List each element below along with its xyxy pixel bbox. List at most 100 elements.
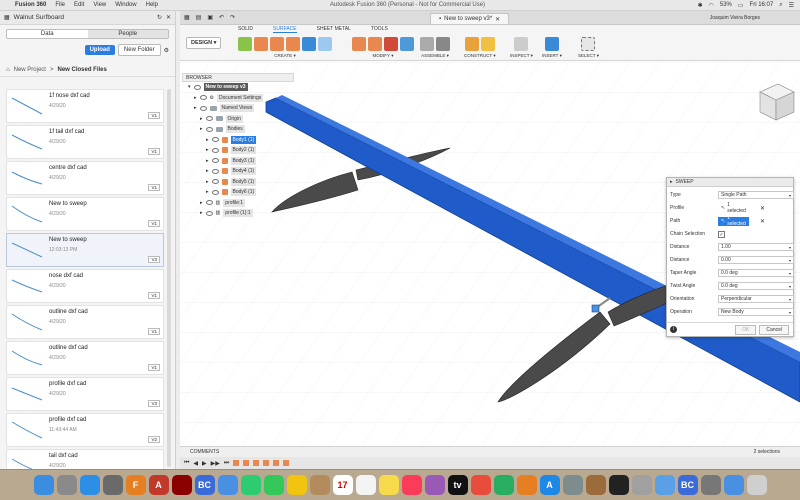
wifi-icon[interactable]: ◠ — [709, 2, 714, 9]
info-icon[interactable]: i — [670, 326, 677, 333]
downloads-icon[interactable] — [723, 475, 744, 495]
trash-icon[interactable] — [746, 475, 767, 495]
tab-solid[interactable]: SOLID — [238, 26, 253, 33]
file-version-badge[interactable]: V1 — [148, 112, 160, 119]
extrude-icon[interactable] — [254, 37, 268, 51]
joint-icon[interactable] — [420, 37, 434, 51]
measure-icon[interactable] — [514, 37, 529, 51]
create-sketch-icon[interactable] — [238, 37, 252, 51]
timeline-back-icon[interactable]: ◀ — [193, 460, 198, 467]
construct-label[interactable]: CONSTRUCT ▾ — [464, 53, 496, 59]
viewport[interactable]: BROWSER ▾ New to sweep v3 ▸ ⚙ Document Set… — [180, 62, 800, 446]
menu-window[interactable]: Window — [115, 2, 136, 8]
redo-icon[interactable]: ↷ — [230, 14, 235, 21]
timeline-end-icon[interactable]: ⏭ — [224, 460, 229, 467]
tab-sheet-metal[interactable]: SHEET METAL — [317, 26, 351, 33]
browser-item[interactable]: ▸ ▥ profile:1 — [182, 198, 294, 209]
undo-icon[interactable]: ↶ — [219, 14, 224, 21]
file-version-badge[interactable]: V3 — [148, 256, 160, 263]
tab-close-icon[interactable]: ✕ — [495, 16, 500, 23]
inspect-label[interactable]: INSPECT ▾ — [510, 53, 533, 59]
eye-icon[interactable] — [211, 168, 219, 174]
insert-label[interactable]: INSERT ▾ — [542, 53, 562, 59]
expand-icon[interactable]: ▸ — [200, 200, 203, 206]
news-icon[interactable] — [470, 475, 491, 495]
sweep-icon[interactable] — [286, 37, 300, 51]
eye-icon[interactable] — [205, 210, 213, 216]
select-label[interactable]: SELECT ▾ — [578, 53, 599, 59]
calendar-icon[interactable]: 17 — [332, 475, 353, 495]
file-version-badge[interactable]: V1 — [148, 364, 160, 371]
browser-item[interactable]: ▸ Body5 (1) — [182, 177, 294, 188]
browser-item[interactable]: ▸ Body4 (1) — [182, 166, 294, 177]
new-folder-button[interactable]: New Folder — [117, 44, 161, 56]
twist-angle-input[interactable]: 0.0 deg ▾ — [718, 282, 794, 290]
settings-icon[interactable] — [562, 475, 583, 495]
browser-item[interactable]: ▸ ▥ profile (1):1 — [182, 208, 294, 219]
file-list-scrollbar[interactable] — [167, 89, 171, 467]
browser-item[interactable]: ▸ Body3 (1) — [182, 156, 294, 167]
operation-select[interactable]: New Body ▾ — [718, 308, 794, 316]
expand-icon[interactable]: ▸ — [206, 168, 209, 174]
eye-icon[interactable] — [211, 137, 219, 143]
trim-icon[interactable] — [352, 37, 366, 51]
messages-icon[interactable] — [263, 475, 284, 495]
photo-icon[interactable] — [700, 475, 721, 495]
file-version-badge[interactable]: V1 — [148, 328, 160, 335]
file-item[interactable]: 1f nose dxf cad 4/29/20 V1 — [6, 89, 164, 123]
delete-icon[interactable] — [384, 37, 398, 51]
breadcrumb-project[interactable]: New Project — [14, 67, 46, 73]
search-icon[interactable]: ⌕ — [779, 2, 782, 9]
file-version-badge[interactable]: V2 — [148, 436, 160, 443]
pages-icon[interactable] — [516, 475, 537, 495]
browser-root-row[interactable]: ▾ New to sweep v3 — [182, 82, 294, 93]
as-built-joint-icon[interactable] — [436, 37, 450, 51]
bluetooth-icon[interactable]: ✱ — [698, 2, 703, 9]
battery-percent[interactable]: 53% — [720, 2, 732, 8]
expand-icon[interactable]: ▸ — [206, 179, 209, 185]
sweep-header[interactable]: ▸ SWEEP — [667, 178, 793, 187]
file-item[interactable]: profile dxf cad 11:43:44 AM V2 — [6, 413, 164, 447]
timeline-feature[interactable] — [273, 460, 280, 466]
expand-icon[interactable]: ▸ — [206, 137, 209, 143]
file-item[interactable]: 1f tail dxf cad 4/29/20 V1 — [6, 125, 164, 159]
fusion-icon[interactable]: F — [125, 475, 146, 495]
timeline-play-icon[interactable]: ▶ — [202, 460, 207, 467]
assemble-label[interactable]: ASSEMBLE ▾ — [421, 53, 449, 59]
expand-icon[interactable]: ▾ — [188, 84, 191, 90]
offset-plane-icon[interactable] — [464, 37, 479, 51]
numbers-icon[interactable] — [493, 475, 514, 495]
insert-image-icon[interactable] — [544, 37, 559, 51]
menu-help[interactable]: Help — [146, 2, 158, 8]
data-panel-toggle-icon[interactable]: ▦ — [184, 14, 190, 21]
eye-icon[interactable] — [205, 126, 213, 132]
timeline-forward-icon[interactable]: ▶▶ — [211, 460, 220, 467]
menu-file[interactable]: File — [55, 2, 65, 8]
text2-icon[interactable]: BC — [677, 475, 698, 495]
hub-selector[interactable]: Walnut Surfboard — [14, 14, 153, 21]
mail-icon[interactable] — [217, 475, 238, 495]
file-item[interactable]: New to sweep 12:03:13 PM V3 — [6, 233, 164, 267]
cancel-button[interactable]: Cancel — [759, 324, 789, 335]
browser-item[interactable]: ▸ Origin — [182, 114, 294, 125]
file-version-badge[interactable]: V1 — [148, 184, 160, 191]
revolve-icon[interactable] — [270, 37, 284, 51]
sweep-type-select[interactable]: Single Path ▾ — [718, 191, 794, 199]
expand-icon[interactable]: ▸ — [194, 95, 197, 101]
tab-surface[interactable]: SURFACE — [273, 26, 297, 33]
refresh-icon[interactable]: ↻ — [157, 14, 162, 21]
comments-label[interactable]: COMMENTS — [190, 449, 219, 455]
photos-icon[interactable] — [286, 475, 307, 495]
sweep-profile-selector[interactable]: ↖ 1 selected — [718, 202, 749, 214]
image-icon[interactable] — [631, 475, 652, 495]
timeline-start-icon[interactable]: ⏮ — [184, 460, 189, 467]
ok-button[interactable]: OK — [735, 324, 757, 335]
expand-icon[interactable]: ▸ — [206, 189, 209, 195]
reminders-icon[interactable] — [355, 475, 376, 495]
activity-icon[interactable] — [608, 475, 629, 495]
notes-icon[interactable] — [378, 475, 399, 495]
document-tab[interactable]: ▪ New to sweep v3* ✕ — [430, 13, 510, 24]
timeline-feature[interactable] — [283, 460, 290, 466]
contacts-icon[interactable] — [309, 475, 330, 495]
expand-icon[interactable]: ▸ — [206, 147, 209, 153]
